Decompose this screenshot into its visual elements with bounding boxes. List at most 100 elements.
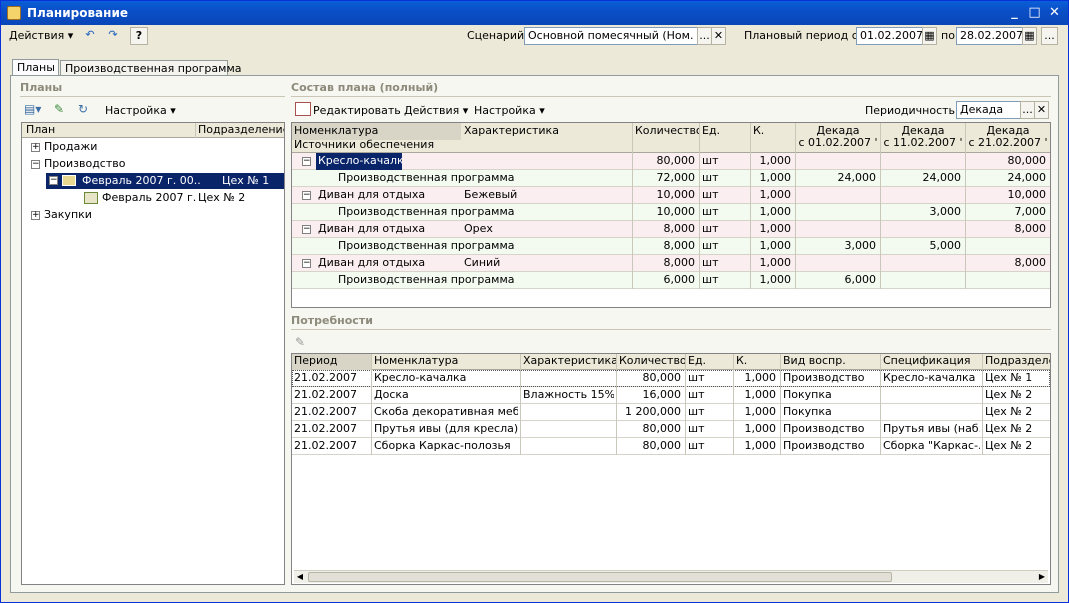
composition-row[interactable]: Производственная программа 6,000 шт 1,000 6,… bbox=[292, 272, 1050, 289]
expand-icon[interactable]: + bbox=[31, 143, 40, 152]
row-unit: шт bbox=[702, 222, 719, 235]
period-from-field[interactable]: 01.02.2007 bbox=[856, 27, 924, 45]
col-plan[interactable]: План bbox=[24, 123, 194, 139]
scroll-right-icon[interactable]: ▶ bbox=[1036, 571, 1048, 583]
expand-icon[interactable]: + bbox=[31, 211, 40, 220]
periodicity-clear-button[interactable]: ✕ bbox=[1034, 101, 1049, 119]
collapse-icon[interactable]: − bbox=[49, 176, 58, 185]
composition-actions-menu[interactable]: Действия ▾ bbox=[404, 102, 468, 120]
needs-row[interactable]: 21.02.2007 Прутья ивы (для кресла) 80,000 ш… bbox=[292, 421, 1050, 438]
plans-tree[interactable]: План Подразделение + Продажи − Производс… bbox=[21, 122, 285, 585]
title-bar[interactable]: Планирование _ □ ✕ bbox=[1, 1, 1068, 25]
divider bbox=[20, 96, 285, 97]
col-decade-3-date: с 21.02.2007 ' bbox=[968, 136, 1048, 149]
edit-icon[interactable] bbox=[295, 102, 311, 116]
col-unit[interactable]: Ед. bbox=[700, 123, 748, 140]
scenario-clear-button[interactable]: ✕ bbox=[711, 27, 726, 45]
redo-icon[interactable]: ↷ bbox=[104, 27, 122, 45]
scenario-select-button[interactable]: ... bbox=[697, 27, 712, 45]
period-to-field[interactable]: 28.02.2007 bbox=[956, 27, 1024, 45]
row-decade-2: 3,000 bbox=[929, 205, 962, 218]
close-button[interactable]: ✕ bbox=[1045, 4, 1064, 22]
composition-settings-menu[interactable]: Настройка ▾ bbox=[474, 102, 545, 120]
needs-cell: Цех № 2 bbox=[985, 439, 1033, 452]
actions-menu[interactable]: Действия ▾ bbox=[9, 27, 73, 45]
collapse-icon[interactable]: − bbox=[31, 160, 40, 169]
col-quantity[interactable]: Количество bbox=[633, 123, 699, 140]
composition-grid[interactable]: Номенклатура Характеристика Источники об… bbox=[291, 122, 1051, 308]
minimize-button[interactable]: _ bbox=[1005, 4, 1024, 22]
row-decade-2: 24,000 bbox=[922, 171, 962, 184]
undo-icon[interactable]: ↶ bbox=[81, 27, 99, 45]
collapse-icon[interactable]: − bbox=[302, 259, 311, 268]
col-divider bbox=[780, 370, 781, 387]
edit-plan-icon[interactable]: ✎ bbox=[54, 102, 70, 116]
tree-item-plan-2[interactable]: Февраль 2007 г... Цех № 2 bbox=[22, 190, 284, 207]
needs-row[interactable]: 21.02.2007 Скоба декоративная мебе... 1 20… bbox=[292, 404, 1050, 421]
period-to-label: по bbox=[941, 29, 955, 42]
tree-item-plan-1[interactable]: − Февраль 2007 г. 00... Цех № 1 bbox=[46, 173, 284, 189]
row-quantity: 6,000 bbox=[663, 273, 696, 286]
tab-plans[interactable]: Планы bbox=[12, 59, 59, 76]
row-decade-1 bbox=[796, 221, 878, 238]
periodicity-select-button[interactable]: ... bbox=[1020, 101, 1035, 119]
scenario-field[interactable]: Основной помесячный (Ном. С+Х bbox=[524, 27, 700, 45]
row-decade-3: 8,000 bbox=[1014, 222, 1047, 235]
composition-row[interactable]: − Кресло-качалка 80,000 шт 1,000 80,000 bbox=[292, 153, 1050, 170]
col-specification[interactable]: Спецификация bbox=[881, 354, 982, 370]
col-reproduction[interactable]: Вид воспр. bbox=[781, 354, 880, 370]
needs-row[interactable]: 21.02.2007 Доска Влажность 15% 16,000 шт 1,00… bbox=[292, 387, 1050, 404]
tab-production-program[interactable]: Производственная программа bbox=[60, 60, 242, 76]
col-divider bbox=[880, 221, 881, 238]
col-unit[interactable]: Ед. bbox=[686, 354, 733, 370]
collapse-icon[interactable]: − bbox=[302, 157, 311, 166]
period-select-button[interactable]: ... bbox=[1041, 27, 1058, 45]
col-department[interactable]: Подразделен bbox=[983, 354, 1050, 370]
col-divider bbox=[371, 404, 372, 421]
composition-row[interactable]: − Диван для отдыха Бежевый 10,000 шт 1,000 10,… bbox=[292, 187, 1050, 204]
composition-row[interactable]: Производственная программа 10,000 шт 1,000 3… bbox=[292, 204, 1050, 221]
row-decade-1 bbox=[796, 187, 878, 204]
col-nomenclature[interactable]: Номенклатура bbox=[372, 354, 520, 370]
tree-item-purchases[interactable]: + Закупки bbox=[22, 207, 284, 224]
calendar-icon[interactable]: ▦ bbox=[922, 27, 937, 45]
needs-grid[interactable]: Период Номенклатура Характеристика Количест… bbox=[291, 353, 1051, 585]
col-divider bbox=[699, 187, 700, 204]
scroll-left-icon[interactable]: ◀ bbox=[294, 571, 306, 583]
help-button[interactable]: ? bbox=[130, 27, 148, 45]
tree-item-sales[interactable]: + Продажи bbox=[22, 139, 284, 156]
col-k[interactable]: К. bbox=[751, 123, 795, 140]
col-divider bbox=[982, 421, 983, 438]
col-characteristic[interactable]: Характеристика bbox=[521, 354, 616, 370]
needs-edit-icon[interactable]: ✎ bbox=[295, 335, 311, 349]
scenario-label: Сценарий: bbox=[467, 29, 528, 42]
tree-item-production[interactable]: − Производство bbox=[22, 156, 284, 173]
plans-settings-menu[interactable]: Настройка ▾ bbox=[105, 102, 176, 120]
col-quantity[interactable]: Количество bbox=[617, 354, 685, 370]
maximize-button[interactable]: □ bbox=[1025, 4, 1044, 22]
needs-cell: Кресло-качалка bbox=[883, 371, 976, 384]
collapse-icon[interactable]: − bbox=[302, 225, 311, 234]
horizontal-scrollbar[interactable]: ◀ ▶ bbox=[294, 570, 1048, 583]
col-k[interactable]: К. bbox=[734, 354, 780, 370]
composition-row[interactable]: − Диван для отдыха Синий 8,000 шт 1,000 8,000 bbox=[292, 255, 1050, 272]
add-plan-icon[interactable]: ▤▾ bbox=[24, 102, 44, 116]
col-sources[interactable]: Источники обеспечения bbox=[292, 137, 632, 154]
collapse-icon[interactable]: − bbox=[302, 191, 311, 200]
col-divider bbox=[699, 170, 700, 187]
scroll-thumb[interactable] bbox=[308, 572, 892, 582]
composition-row[interactable]: − Диван для отдыха Орех 8,000 шт 1,000 8,000 bbox=[292, 221, 1050, 238]
needs-cell bbox=[521, 421, 614, 438]
composition-row[interactable]: Производственная программа 72,000 шт 1,000 2… bbox=[292, 170, 1050, 187]
col-period[interactable]: Период bbox=[292, 354, 371, 370]
row-k: 1,000 bbox=[759, 188, 792, 201]
composition-row[interactable]: Производственная программа 8,000 шт 1,000 3,… bbox=[292, 238, 1050, 255]
periodicity-field[interactable]: Декада bbox=[956, 101, 1022, 119]
needs-row[interactable]: 21.02.2007 Кресло-качалка 80,000 шт 1,000 Про… bbox=[292, 370, 1050, 387]
needs-row[interactable]: 21.02.2007 Сборка Каркас-полозья 80,000 шт 1… bbox=[292, 438, 1050, 455]
col-department[interactable]: Подразделение bbox=[196, 123, 284, 139]
calendar-icon[interactable]: ▦ bbox=[1022, 27, 1037, 45]
row-source: Производственная программа bbox=[338, 239, 515, 252]
refresh-icon[interactable]: ↻ bbox=[78, 102, 94, 116]
edit-button[interactable]: Редактировать bbox=[313, 102, 401, 120]
